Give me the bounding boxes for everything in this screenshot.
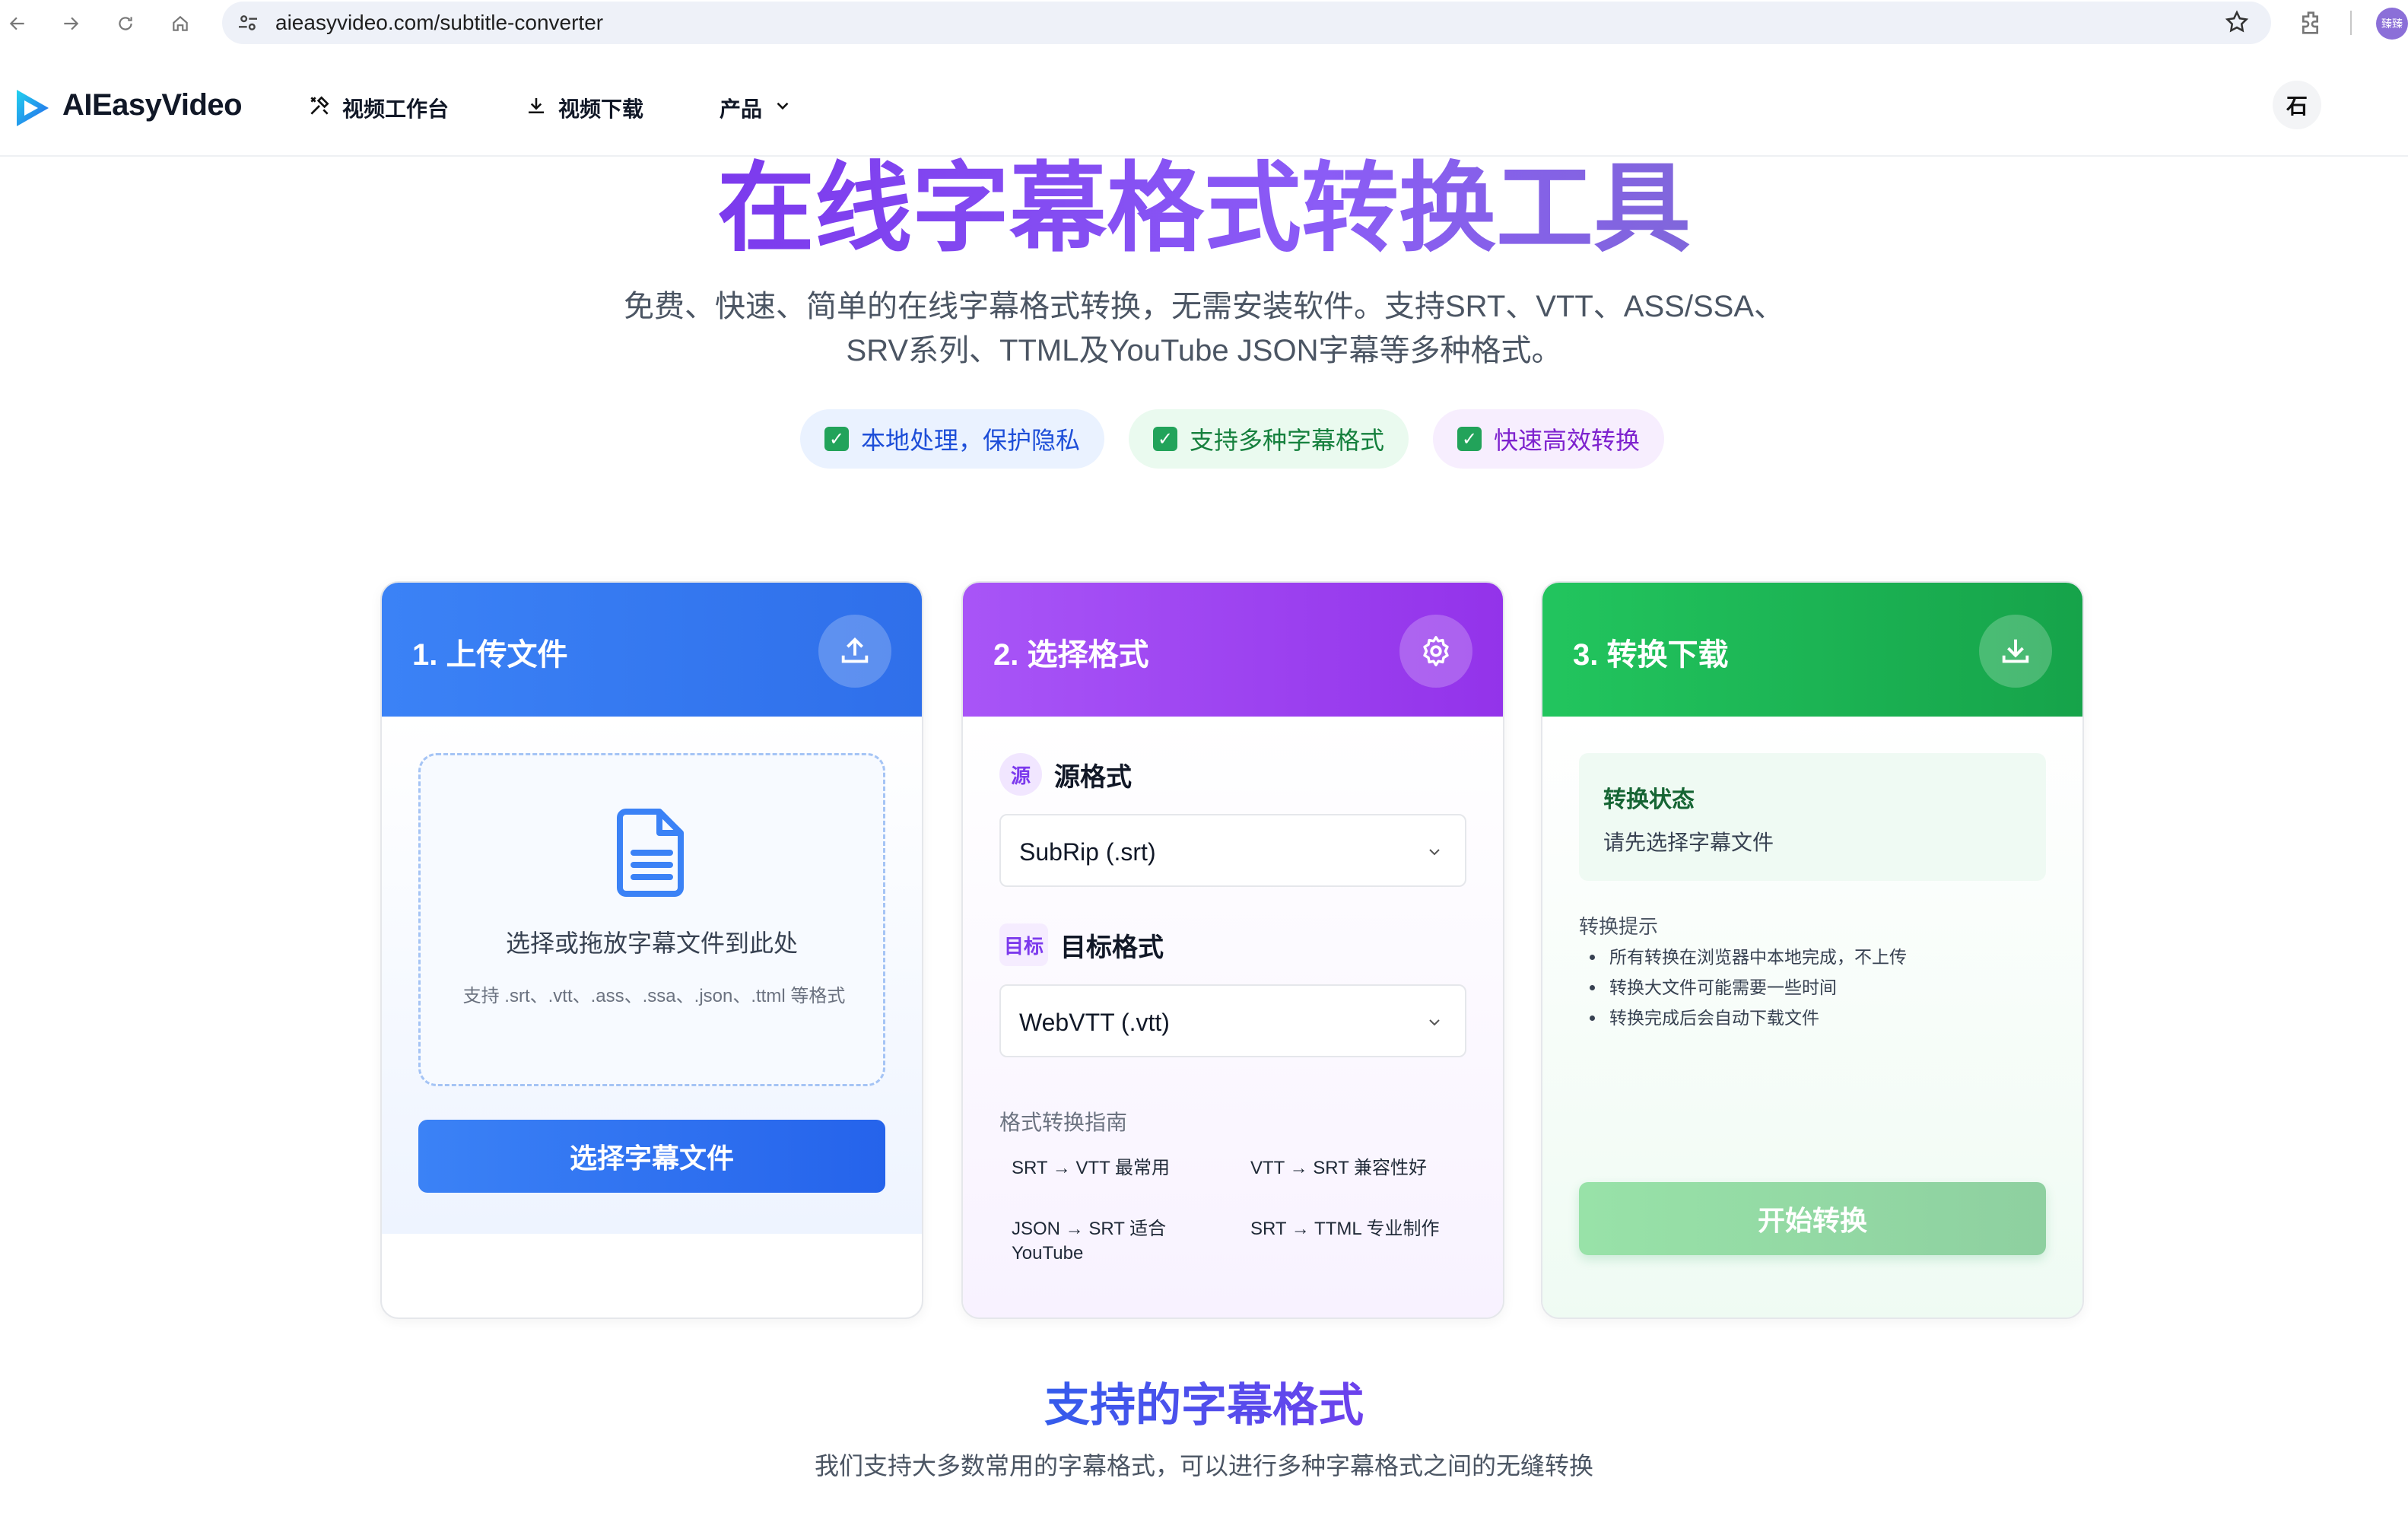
- convert-card-body: 转换状态 请先选择字幕文件 转换提示 所有转换在浏览器中本地完成，不上传 转换大…: [1542, 717, 2082, 1317]
- format-card-header: 2. 选择格式: [963, 583, 1503, 717]
- format-card-title: 2. 选择格式: [993, 638, 1149, 672]
- user-avatar[interactable]: 石: [2273, 81, 2321, 129]
- nav-products[interactable]: 产品: [720, 93, 793, 123]
- source-format-select[interactable]: SubRip (.srt): [999, 814, 1466, 887]
- status-title: 转换状态: [1603, 787, 1695, 812]
- tips-title: 转换提示: [1579, 915, 1659, 938]
- nav-video-download[interactable]: 视频下载: [525, 93, 643, 123]
- convert-card-title: 3. 转换下载: [1573, 638, 1729, 672]
- gear-icon: [1399, 615, 1472, 688]
- source-label-text: 源格式: [1054, 762, 1132, 792]
- format-card: 2. 选择格式 源 源格式 SubRip (.srt) 目标 目标格式 WebV…: [961, 581, 1504, 1319]
- nav-video-workspace[interactable]: 视频工作台: [307, 93, 449, 123]
- check-icon: ✓: [824, 427, 849, 451]
- badge-fast: ✓ 快速高效转换: [1433, 409, 1665, 469]
- source-format-value: SubRip (.srt): [1019, 838, 1156, 866]
- download-icon: [1979, 615, 2052, 688]
- subtitle-line-2: SRV系列、TTML及YouTube JSON字幕等多种格式。: [846, 334, 1562, 367]
- guide-item: SRT → TTML 专业制作: [1250, 1219, 1440, 1239]
- dropzone-hint: 支持 .srt、.vtt、.ass、.ssa、.json、.ttml 等格式: [462, 986, 846, 1006]
- convert-card-header: 3. 转换下载: [1542, 583, 2082, 717]
- target-label-text: 目标格式: [1060, 933, 1164, 962]
- target-format-value: WebVTT (.vtt): [1019, 1009, 1170, 1036]
- source-format-label: 源 源格式: [999, 753, 1132, 796]
- target-format-label: 目标 目标格式: [999, 923, 1164, 966]
- profile-avatar[interactable]: 臻臻: [2376, 8, 2408, 40]
- list-item: 转换大文件可能需要一些时间: [1579, 972, 2046, 1003]
- nav-label: 视频下载: [558, 97, 644, 121]
- source-tag: 源: [999, 753, 1042, 796]
- tips-list: 所有转换在浏览器中本地完成，不上传 转换大文件可能需要一些时间 转换完成后会自动…: [1579, 942, 2046, 1033]
- logo-play-icon[interactable]: [14, 87, 52, 133]
- document-icon: [614, 807, 690, 902]
- nav-label: 视频工作台: [342, 97, 450, 121]
- upload-card: 1. 上传文件 选择或拖放字幕文件到此处 支持 .srt、.vtt、.ass、.…: [380, 581, 923, 1319]
- badge-label: 本地处理，保护隐私: [861, 427, 1081, 454]
- badge-multi-format: ✓ 支持多种字幕格式: [1129, 409, 1409, 469]
- guide-title: 格式转换指南: [999, 1111, 1128, 1134]
- upload-icon: [818, 615, 891, 688]
- toolbar-separator: [2350, 11, 2352, 35]
- target-format-select[interactable]: WebVTT (.vtt): [999, 984, 1466, 1057]
- chevron-down-icon: [773, 96, 793, 121]
- home-icon[interactable]: [164, 8, 196, 40]
- nav-label: 产品: [720, 97, 763, 121]
- site-settings-icon[interactable]: [236, 11, 260, 39]
- start-convert-button[interactable]: 开始转换: [1579, 1182, 2046, 1255]
- forward-icon[interactable]: [55, 8, 87, 40]
- browser-toolbar: aieasyvideo.com/subtitle-converter 臻臻: [0, 0, 2408, 47]
- list-item: 所有转换在浏览器中本地完成，不上传: [1579, 942, 2046, 972]
- upload-card-title: 1. 上传文件: [412, 638, 568, 672]
- chevron-down-icon: [1425, 843, 1444, 865]
- guide-item: JSON → SRT 适合YouTube: [1012, 1219, 1167, 1263]
- subtitle-line-1: 免费、快速、简单的在线字幕格式转换，无需安装软件。支持SRT、VTT、ASS/S…: [623, 290, 1784, 323]
- page-subtitle: 免费、快速、简单的在线字幕格式转换，无需安装软件。支持SRT、VTT、ASS/S…: [532, 284, 1876, 373]
- guide-item: VTT → SRT 兼容性好: [1250, 1158, 1428, 1178]
- badge-label: 快速高效转换: [1494, 427, 1641, 454]
- dropzone-text: 选择或拖放字幕文件到此处: [505, 930, 798, 957]
- reload-icon[interactable]: [110, 8, 141, 40]
- supported-formats-subtitle: 我们支持大多数常用的字幕格式，可以进行多种字幕格式之间的无缝转换: [814, 1452, 1593, 1480]
- guide-item: SRT → VTT 最常用: [1012, 1158, 1171, 1178]
- list-item: 转换完成后会自动下载文件: [1579, 1003, 2046, 1033]
- upload-card-body: 选择或拖放字幕文件到此处 支持 .srt、.vtt、.ass、.ssa、.jso…: [382, 717, 922, 1234]
- supported-formats-title: 支持的字幕格式: [0, 1375, 2408, 1436]
- upload-card-header: 1. 上传文件: [382, 583, 922, 717]
- file-dropzone[interactable]: 选择或拖放字幕文件到此处 支持 .srt、.vtt、.ass、.ssa、.jso…: [418, 753, 885, 1086]
- badge-privacy: ✓ 本地处理，保护隐私: [800, 409, 1105, 469]
- extensions-icon[interactable]: [2297, 8, 2327, 42]
- choose-file-button[interactable]: 选择字幕文件: [418, 1120, 885, 1193]
- badge-label: 支持多种字幕格式: [1190, 427, 1385, 454]
- logo-text[interactable]: AIEasyVideo: [62, 88, 243, 122]
- check-icon: ✓: [1153, 427, 1177, 451]
- tools-icon: [307, 94, 332, 123]
- url-text: aieasyvideo.com/subtitle-converter: [275, 11, 604, 34]
- back-icon[interactable]: [2, 8, 33, 40]
- download-icon: [525, 94, 548, 122]
- site-header: AIEasyVideo 视频工作台 视频下载 产品 石: [0, 58, 2408, 157]
- status-text: 请先选择字幕文件: [1603, 831, 1774, 854]
- convert-card: 3. 转换下载 转换状态 请先选择字幕文件 转换提示 所有转换在浏览器中本地完成…: [1541, 581, 2084, 1319]
- check-icon: ✓: [1457, 427, 1482, 451]
- format-card-body: 源 源格式 SubRip (.srt) 目标 目标格式 WebVTT (.vtt…: [963, 717, 1503, 1317]
- address-bar[interactable]: aieasyvideo.com/subtitle-converter: [222, 2, 2271, 44]
- status-box: 转换状态 请先选择字幕文件: [1579, 753, 2046, 881]
- bookmark-star-icon[interactable]: [2224, 9, 2250, 39]
- target-tag: 目标: [999, 923, 1049, 966]
- page-title: 在线字幕格式转换工具: [0, 152, 2408, 266]
- user-initial: 石: [2286, 94, 2308, 118]
- profile-label: 臻臻: [2381, 17, 2403, 30]
- chevron-down-icon: [1425, 1013, 1444, 1035]
